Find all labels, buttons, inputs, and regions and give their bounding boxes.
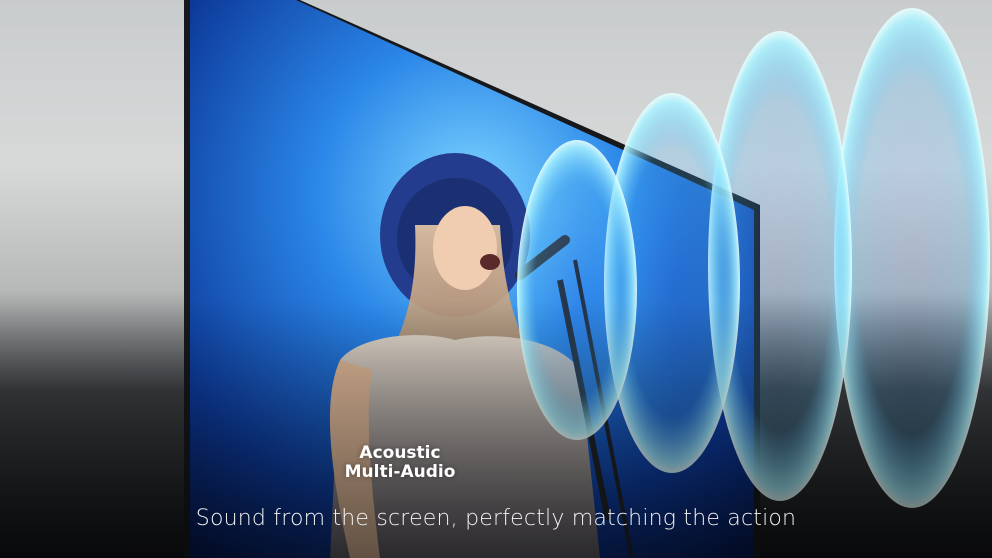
feature-title-line2: Multi-Audio xyxy=(344,462,456,482)
tagline-text: Sound from the screen, perfectly matchin… xyxy=(195,506,797,531)
feature-title: Acoustic Multi-Audio xyxy=(150,444,650,482)
feature-title-line1: Acoustic xyxy=(359,443,441,463)
